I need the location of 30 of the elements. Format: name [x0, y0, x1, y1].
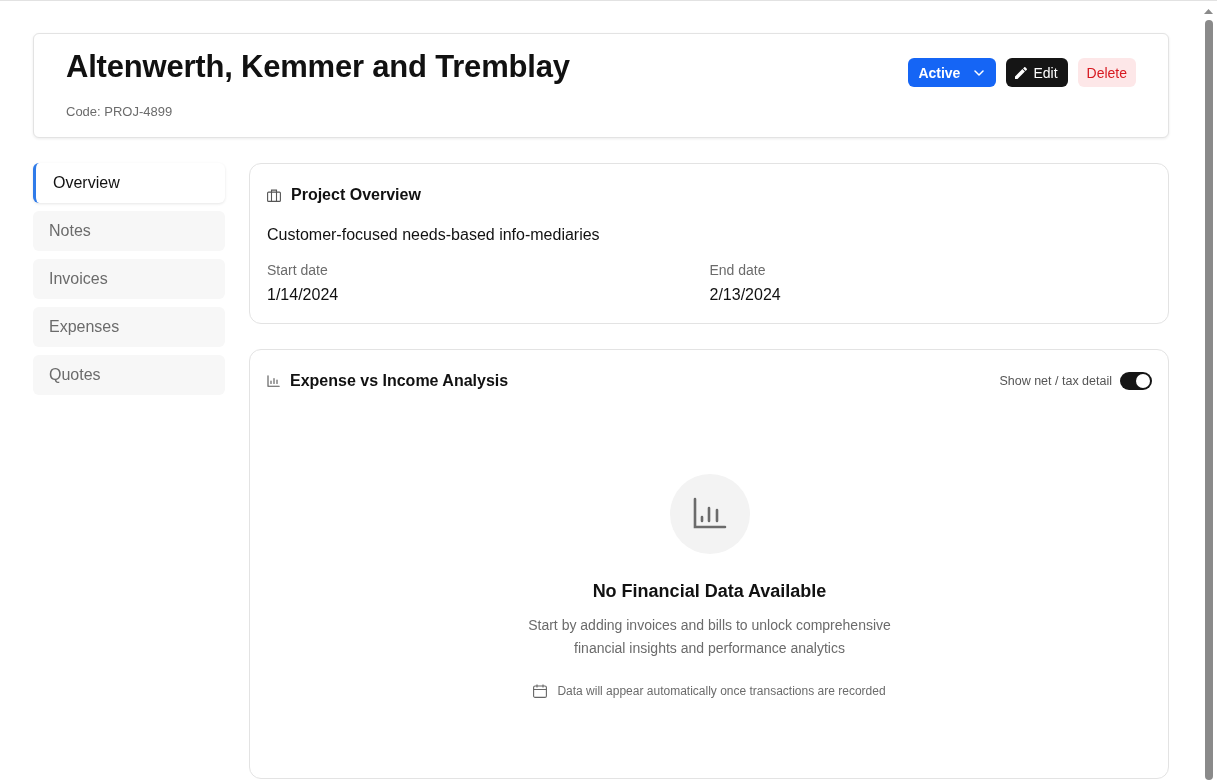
sidebar-tab[interactable]: Notes: [33, 211, 225, 251]
sidebar-tab[interactable]: Invoices: [33, 259, 225, 299]
scrollbar-thumb[interactable]: [1204, 20, 1213, 780]
field-label: Start date: [267, 261, 328, 280]
toggle-label: Show net / tax detail: [999, 374, 1112, 388]
empty-state-title: No Financial Data Available: [592, 580, 827, 603]
calendar-icon: [533, 684, 548, 698]
project-title: Altenwerth, Kemmer and Tremblay: [66, 49, 570, 85]
status-dropdown[interactable]: Active: [908, 58, 997, 87]
bar-chart-icon: [267, 375, 280, 387]
chevron-down-icon: [974, 69, 985, 76]
card-title: Expense vs Income Analysis: [290, 371, 509, 391]
sidebar-tab[interactable]: Overview: [33, 163, 225, 203]
project-code: Code: PROJ-4899: [66, 103, 174, 121]
bar-chart-icon: [669, 474, 750, 554]
delete-button[interactable]: Delete: [1077, 58, 1136, 87]
project-description: Customer-focused needs-based info-mediaries: [267, 225, 601, 245]
empty-state-description: Start by adding invoices and bills to unlock comprehensive financial insights and performance analytics: [527, 616, 892, 658]
sidebar-tab[interactable]: Quotes: [33, 355, 225, 395]
scroll-up-arrow-icon[interactable]: [1204, 9, 1213, 14]
toggle-switch[interactable]: [1120, 372, 1152, 390]
field-value: 2/13/2024: [709, 285, 781, 305]
card-title: Project Overview: [291, 185, 421, 205]
empty-state-note: Data will appear automatically once transactions are recorded: [557, 683, 886, 700]
field-value: 1/14/2024: [267, 285, 339, 305]
edit-button[interactable]: Edit: [1006, 58, 1068, 87]
field-label: End date: [709, 261, 766, 280]
sidebar-tab[interactable]: Expenses: [33, 307, 225, 347]
briefcase-icon: [267, 188, 281, 202]
pencil-icon: [1015, 66, 1028, 79]
